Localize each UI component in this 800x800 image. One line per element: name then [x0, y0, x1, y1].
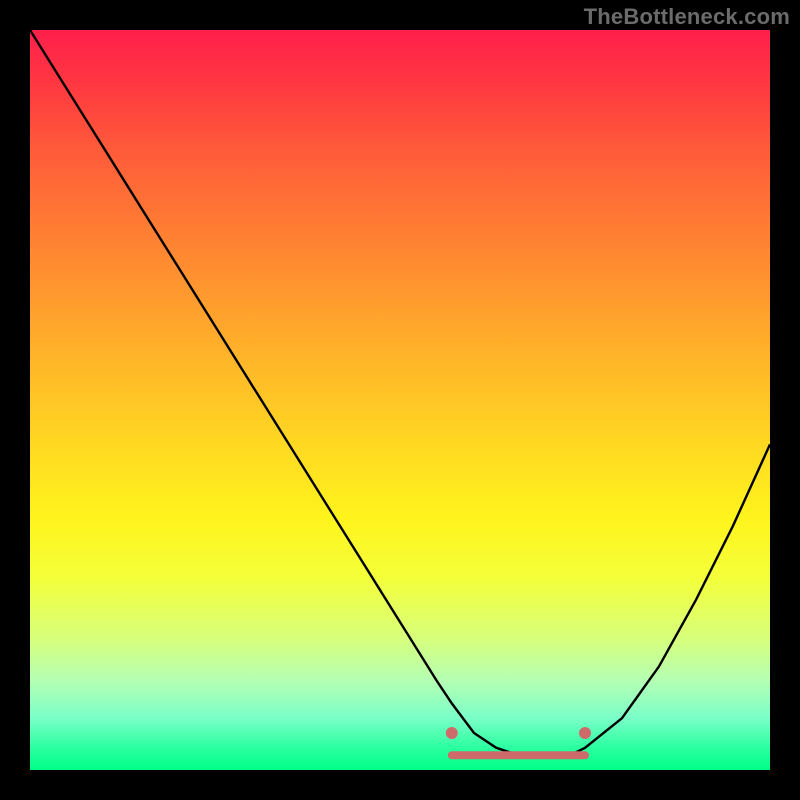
- plot-area: [30, 30, 770, 770]
- optimal-end-dot: [579, 727, 591, 739]
- curve-layer: [30, 30, 770, 770]
- optimal-start-dot: [446, 727, 458, 739]
- chart-stage: TheBottleneck.com: [0, 0, 800, 800]
- bottleneck-curve: [30, 30, 770, 755]
- watermark-text: TheBottleneck.com: [584, 4, 790, 30]
